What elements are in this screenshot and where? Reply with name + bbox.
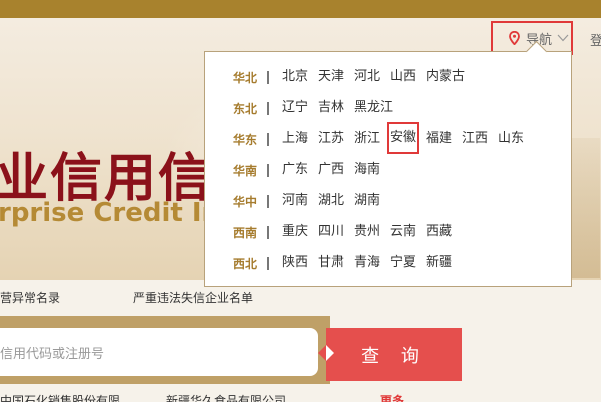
search-arrow-icon (326, 345, 334, 361)
province-link[interactable]: 青海 (354, 252, 380, 274)
province-link[interactable]: 海南 (354, 159, 380, 181)
search-button[interactable]: 查 询 (326, 328, 462, 381)
region-name: 西南 (233, 225, 258, 240)
recent-company-link[interactable]: 新疆华久食品有限公司 (166, 392, 286, 402)
region-row: 东北 辽宁 吉林 黑龙江 (205, 97, 571, 119)
more-link[interactable]: 更多 (380, 392, 404, 402)
province-link[interactable]: 陕西 (282, 252, 308, 274)
province-link[interactable]: 河北 (354, 66, 380, 88)
province-link[interactable]: 上海 (282, 128, 308, 150)
top-bar (0, 0, 601, 18)
province-link[interactable]: 重庆 (282, 221, 308, 243)
region-name: 华东 (233, 132, 258, 147)
province-link[interactable]: 广东 (282, 159, 308, 181)
province-link[interactable]: 北京 (282, 66, 308, 88)
province-link[interactable]: 黑龙江 (354, 97, 393, 119)
province-link[interactable]: 宁夏 (390, 252, 416, 274)
region-name: 华南 (233, 163, 258, 178)
province-link[interactable]: 天津 (318, 66, 344, 88)
province-link[interactable]: 山西 (390, 66, 416, 88)
region-row: 华北 北京 天津 河北 山西 内蒙古 (205, 66, 571, 88)
region-dropdown: 华北 北京 天津 河北 山西 内蒙古东北 辽宁 吉林 黑龙江华东 上海 江苏 浙江 安徽 福建 江西 山东华南… (204, 51, 572, 287)
region-name: 西北 (233, 256, 258, 271)
recent-company-link[interactable]: 中国石化销售股份有限 (0, 392, 120, 402)
search-placeholder: 信用代码或注册号 (0, 346, 105, 362)
login-link[interactable]: 登 (590, 30, 601, 49)
region-name: 华中 (233, 194, 258, 209)
province-link[interactable]: 西藏 (426, 221, 452, 243)
province-link[interactable]: 江西 (462, 128, 488, 150)
region-divider (267, 225, 269, 239)
region-divider (267, 101, 269, 115)
province-link[interactable]: 广西 (318, 159, 344, 181)
abnormal-list-link[interactable]: 营异常名录 (0, 289, 60, 306)
province-link[interactable]: 四川 (318, 221, 344, 243)
region-row: 华南 广东 广西 海南 (205, 159, 571, 181)
province-link[interactable]: 山东 (498, 128, 524, 150)
region-divider (267, 163, 269, 177)
province-link[interactable]: 吉林 (318, 97, 344, 119)
search-input[interactable]: 信用代码或注册号 (0, 328, 318, 376)
search-button-label: 查 询 (361, 345, 427, 367)
province-link[interactable]: 新疆 (426, 252, 452, 274)
region-name: 东北 (233, 101, 258, 116)
region-divider (267, 256, 269, 270)
region-row: 西南 重庆 四川 贵州 云南 西藏 (205, 221, 571, 243)
province-link[interactable]: 福建 (426, 128, 452, 150)
province-link[interactable]: 安徽 (387, 122, 420, 154)
province-link[interactable]: 辽宁 (282, 97, 308, 119)
region-row: 西北 陕西 甘肃 青海 宁夏 新疆 (205, 252, 571, 274)
region-row: 华中 河南 湖北 湖南 (205, 190, 571, 212)
region-row: 华东 上海 江苏 浙江 安徽 福建 江西 山东 (205, 122, 571, 154)
province-link[interactable]: 甘肃 (318, 252, 344, 274)
province-link[interactable]: 贵州 (354, 221, 380, 243)
province-link[interactable]: 内蒙古 (426, 66, 465, 88)
province-link[interactable]: 湖北 (318, 190, 344, 212)
region-divider (267, 132, 269, 146)
location-pin-icon (509, 31, 520, 45)
province-link[interactable]: 江苏 (318, 128, 344, 150)
region-divider (267, 70, 269, 84)
province-link[interactable]: 河南 (282, 190, 308, 212)
province-link[interactable]: 浙江 (354, 128, 380, 150)
province-link[interactable]: 湖南 (354, 190, 380, 212)
chevron-down-icon (557, 34, 569, 42)
serious-violation-list-link[interactable]: 严重违法失信企业名单 (133, 289, 253, 306)
region-name: 华北 (233, 70, 258, 85)
region-divider (267, 194, 269, 208)
province-link[interactable]: 云南 (390, 221, 416, 243)
